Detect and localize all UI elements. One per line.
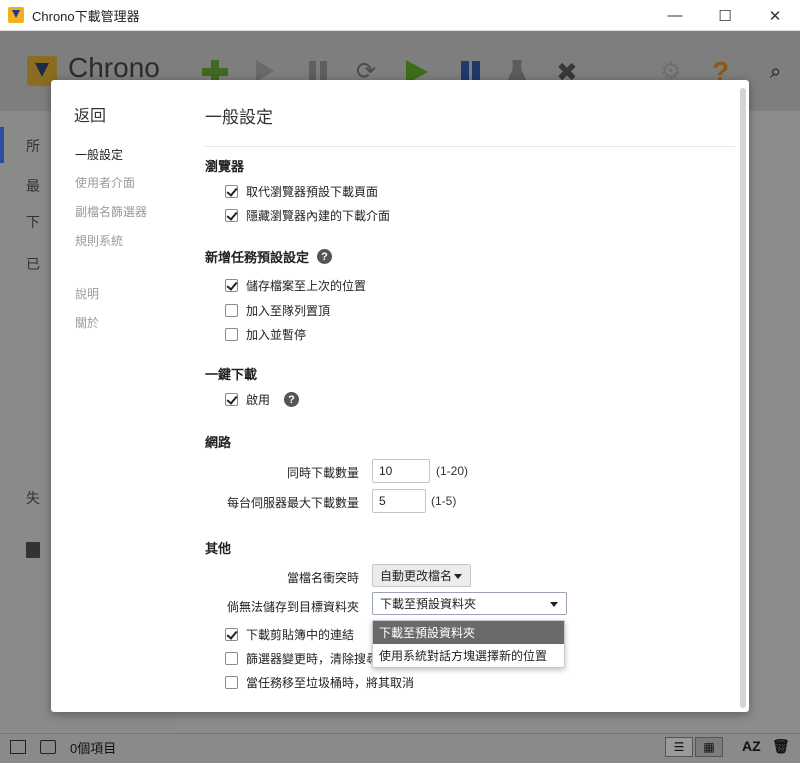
filename-conflict-select[interactable]: 自動更改檔名 — [372, 564, 471, 587]
section-network-heading: 網路 — [205, 435, 232, 450]
section-new-task-heading: 新增任務預設設定 — [205, 250, 310, 265]
nav-about[interactable]: 關於 — [75, 314, 99, 331]
chevron-down-icon — [550, 602, 558, 607]
option-label: 篩選器變更時，清除搜尋 — [246, 652, 379, 666]
section-network: 網路 — [205, 432, 231, 451]
option-label: 隱藏瀏覽器內建的下載介面 — [246, 209, 391, 223]
chevron-down-icon — [454, 574, 462, 579]
back-button[interactable]: 返回 — [74, 102, 106, 126]
sort-button[interactable]: AZ — [742, 738, 761, 754]
checkbox-checked[interactable] — [225, 393, 238, 406]
sidebar-item-all[interactable]: 所 — [26, 136, 40, 156]
maximize-button[interactable]: ☐ — [700, 0, 750, 31]
section-one-click: 一鍵下載 — [205, 364, 257, 383]
checkbox-checked[interactable] — [225, 185, 238, 198]
option-label: 啟用 — [246, 393, 271, 407]
nav-rules[interactable]: 規則系統 — [75, 232, 123, 249]
option-label: 加入至隊列置頂 — [246, 304, 331, 318]
cannot-save-label: 倘無法儲存到目標資料夾 — [226, 600, 359, 614]
option-label: 下載剪貼簿中的連結 — [246, 628, 355, 642]
section-other: 其他 — [205, 538, 231, 557]
option-cancel-on-trash[interactable]: 當任務移至垃圾桶時，將其取消 — [225, 674, 414, 691]
filename-conflict-label: 當檔名衝突時 — [286, 571, 359, 585]
search-icon[interactable]: ⌕ — [770, 60, 796, 84]
dropdown-option-default-folder[interactable]: 下載至預設資料夾 — [373, 621, 564, 644]
option-label: 加入並暫停 — [246, 328, 307, 342]
page-title: 一般設定 — [205, 108, 273, 127]
sidebar-active-indicator — [0, 127, 4, 163]
checkbox-unchecked[interactable] — [225, 328, 238, 341]
app-logo-icon — [8, 7, 24, 23]
option-label: 取代瀏覽器預設下載頁面 — [246, 185, 379, 199]
dropdown-option-choose-location[interactable]: 使用系統對話方塊選擇新的位置 — [373, 644, 564, 667]
nav-help[interactable]: 說明 — [75, 285, 99, 302]
play-icon[interactable] — [256, 60, 274, 82]
option-one-click-enable[interactable]: 啟用 ? — [225, 391, 300, 408]
help-icon[interactable]: ? — [284, 392, 300, 407]
minimize-button[interactable]: — — [650, 0, 700, 31]
option-replace-download-page[interactable]: 取代瀏覽器預設下載頁面 — [225, 183, 378, 200]
nav-extension-filter[interactable]: 副檔名篩選器 — [75, 203, 147, 220]
settings-content: 一般設定 瀏覽器 取代瀏覽器預設下載頁面 隱藏瀏覽器內建的下載介面 新增任務預設… — [201, 80, 741, 712]
concurrent-downloads-input[interactable] — [372, 459, 430, 483]
checkbox-unchecked[interactable] — [225, 676, 238, 689]
nav-general[interactable]: 一般設定 — [75, 146, 123, 163]
section-browser-heading: 瀏覽器 — [205, 159, 245, 174]
trash-status-icon[interactable]: 🗑 — [772, 738, 790, 755]
sidebar-item-recent[interactable]: 最 — [26, 176, 40, 196]
section-new-task: 新增任務預設設定 ? — [205, 247, 333, 266]
settings-nav: 返回 一般設定 使用者介面 副檔名篩選器 規則系統 說明 關於 — [51, 80, 201, 712]
concurrent-downloads-range: (1-20) — [436, 464, 469, 478]
sidebar-item-downloading[interactable]: 下 — [26, 212, 40, 232]
option-add-paused[interactable]: 加入並暫停 — [225, 326, 306, 343]
window-controls: — ☐ ✕ — [650, 0, 800, 31]
checkbox-unchecked[interactable] — [225, 304, 238, 317]
select-value: 下載至預設資料夾 — [380, 597, 477, 611]
checkbox-checked[interactable] — [225, 628, 238, 641]
concurrent-downloads-label: 同時下載數量 — [286, 466, 359, 480]
image-icon[interactable] — [10, 740, 26, 754]
option-clear-search-on-filter[interactable]: 篩選器變更時，清除搜尋 — [225, 650, 378, 667]
option-download-clipboard-links[interactable]: 下載剪貼簿中的連結 — [225, 626, 354, 643]
section-browser: 瀏覽器 — [205, 156, 244, 175]
per-server-range: (1-5) — [431, 494, 457, 508]
option-label: 當任務移至垃圾桶時，將其取消 — [246, 676, 415, 690]
help-icon[interactable]: ? — [317, 249, 333, 264]
grid-view-icon: ▦ — [703, 740, 715, 754]
checkbox-checked[interactable] — [225, 279, 238, 292]
trash-icon[interactable] — [26, 542, 40, 558]
window-title: Chrono下載管理器 — [32, 8, 140, 24]
section-other-heading: 其他 — [205, 541, 232, 556]
cannot-save-select[interactable]: 下載至預設資料夾 — [372, 592, 567, 615]
close-button[interactable]: ✕ — [750, 0, 800, 31]
list-view-icon: ☰ — [673, 740, 685, 754]
sidebar-item-completed[interactable]: 已 — [26, 254, 40, 274]
select-value: 自動更改檔名 — [380, 569, 453, 583]
option-save-last-location[interactable]: 儲存檔案至上次的位置 — [225, 277, 366, 294]
nav-ui[interactable]: 使用者介面 — [75, 174, 135, 191]
window-titlebar: Chrono下載管理器 — ☐ ✕ — [0, 0, 800, 31]
checkbox-unchecked[interactable] — [225, 652, 238, 665]
cannot-save-dropdown: 下載至預設資料夾 使用系統對話方塊選擇新的位置 — [372, 620, 565, 668]
option-hide-builtin-ui[interactable]: 隱藏瀏覽器內建的下載介面 — [225, 207, 390, 224]
sidebar-item-failed[interactable]: 失 — [26, 488, 40, 508]
folder-icon[interactable] — [40, 740, 56, 754]
list-view-button[interactable]: ☰ — [665, 737, 693, 757]
option-label: 儲存檔案至上次的位置 — [246, 279, 367, 293]
per-server-label: 每台伺服器最大下載數量 — [226, 496, 359, 510]
per-server-input[interactable] — [372, 489, 426, 513]
section-one-click-heading: 一鍵下載 — [205, 367, 258, 382]
item-count: 0個項目 — [70, 741, 117, 756]
checkbox-checked[interactable] — [225, 209, 238, 222]
title-divider — [205, 146, 735, 147]
option-add-to-top[interactable]: 加入至隊列置頂 — [225, 302, 330, 319]
grid-view-button[interactable]: ▦ — [695, 737, 723, 757]
settings-dialog: 返回 一般設定 使用者介面 副檔名篩選器 規則系統 說明 關於 一般設定 瀏覽器… — [51, 80, 749, 712]
